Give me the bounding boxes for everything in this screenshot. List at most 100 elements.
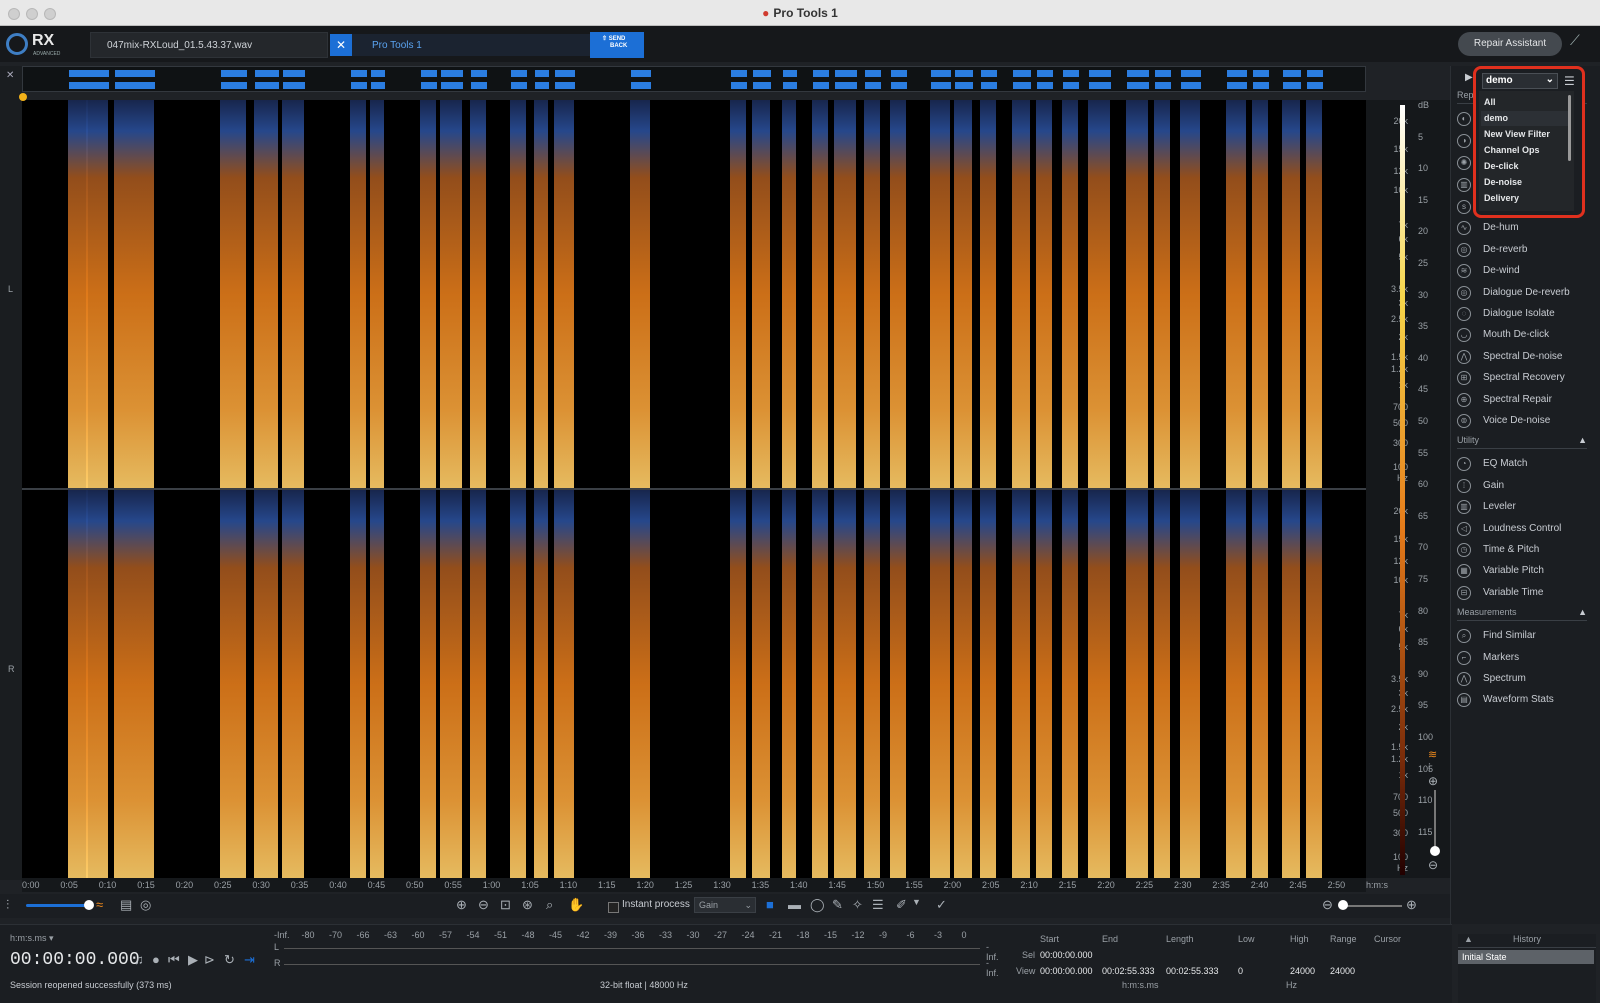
magic-wand-icon[interactable]: ✧: [852, 897, 863, 913]
preset-option[interactable]: demo: [1481, 111, 1569, 126]
module-de-hum[interactable]: ∿ De-hum: [1457, 219, 1597, 239]
collapse-history-icon[interactable]: ▲: [1464, 934, 1473, 944]
preset-option[interactable]: Delivery: [1481, 191, 1569, 206]
view-options-icon[interactable]: ◎: [140, 897, 151, 913]
vertical-zoom[interactable]: ≋ ⫶ ⊕ ⊖: [1428, 749, 1442, 880]
hand-tool-icon[interactable]: ✋: [568, 897, 584, 913]
measurements-section-header[interactable]: Measurements ▲: [1457, 607, 1587, 622]
record-button-icon[interactable]: ●: [152, 952, 160, 967]
time-frequency-selection-icon[interactable]: ■: [766, 897, 774, 912]
waveform-overview[interactable]: [22, 66, 1366, 92]
repair-assistant-button[interactable]: Repair Assistant: [1458, 32, 1562, 56]
module-spectral-recovery[interactable]: ⊞ Spectral Recovery: [1457, 369, 1597, 389]
module-spectral-repair[interactable]: ⊕ Spectral Repair: [1457, 391, 1597, 411]
horizontal-zoom-in-icon[interactable]: ⊕: [1406, 897, 1417, 913]
zoom-out-icon[interactable]: ⊖: [478, 897, 489, 913]
follow-playhead-icon[interactable]: ⇥: [244, 952, 255, 968]
waveform-view-icon[interactable]: ⫶: [6, 897, 9, 913]
preset-option[interactable]: New View Filter: [1481, 127, 1569, 142]
instant-process-checkbox[interactable]: [608, 902, 619, 913]
module-dialogue-isolate[interactable]: ◌ Dialogue Isolate: [1457, 305, 1597, 325]
lasso-tool-icon[interactable]: ◯: [810, 897, 825, 913]
module-de-wind[interactable]: ≋ De-wind: [1457, 262, 1597, 282]
module-de-reverb[interactable]: ◎ De-reverb: [1457, 241, 1597, 261]
view-length-field[interactable]: 00:02:55.333: [1166, 966, 1219, 976]
sel-start-field[interactable]: 00:00:00.000: [1040, 950, 1093, 960]
harmonic-selection-icon[interactable]: ☰: [872, 897, 884, 913]
vertical-zoom-in-icon[interactable]: ⊕: [1428, 774, 1438, 788]
headphones-icon[interactable]: ♫: [134, 952, 144, 967]
module-gain[interactable]: ⁞ Gain: [1457, 477, 1597, 497]
preset-option[interactable]: De-noise: [1481, 175, 1569, 190]
module-find-similar[interactable]: ⌕ Find Similar: [1457, 627, 1597, 647]
module-voice-de-noise[interactable]: ⊚ Voice De-noise: [1457, 412, 1597, 432]
spectrogram-settings-icon[interactable]: ▤: [120, 897, 132, 913]
file-tab[interactable]: 047mix-RXLoud_01.5.43.37.wav: [90, 32, 328, 58]
zoom-in-icon[interactable]: ⊕: [456, 897, 467, 913]
time-format-select[interactable]: h:m:s.ms ▾: [10, 933, 54, 944]
module-markers[interactable]: ⌐ Markers: [1457, 649, 1597, 669]
preset-select[interactable]: demo ⌄: [1482, 73, 1558, 89]
view-end-field[interactable]: 00:02:55.333: [1102, 966, 1155, 976]
vertical-zoom-thumb[interactable]: [1430, 846, 1440, 856]
signal-chain-icon[interactable]: ⟋: [1570, 32, 1594, 56]
zoom-selection-icon[interactable]: ⊡: [500, 897, 511, 913]
module-variable-pitch[interactable]: ▦ Variable Pitch: [1457, 562, 1597, 582]
play-selection-icon[interactable]: ⊳: [204, 952, 215, 968]
module-loudness-control[interactable]: ◁ Loudness Control: [1457, 520, 1597, 540]
view-start-field[interactable]: 00:00:00.000: [1040, 966, 1093, 976]
pencil-tool-icon[interactable]: ✐: [896, 897, 907, 913]
module-variable-time[interactable]: ⊟ Variable Time: [1457, 584, 1597, 604]
high-field[interactable]: 24000: [1290, 966, 1315, 976]
spectrogram-display[interactable]: [22, 100, 1366, 878]
module-time-pitch[interactable]: ◷ Time & Pitch: [1457, 541, 1597, 561]
play-preset-icon[interactable]: ▶: [1465, 72, 1473, 83]
collapse-section-icon[interactable]: ▲: [1578, 435, 1587, 445]
collapse-section-icon[interactable]: ▲: [1578, 607, 1587, 617]
send-back-button[interactable]: ⇧ SEND BACK: [590, 32, 644, 58]
preset-filter-dropdown[interactable]: demo ⌄ ☰ All demo New View Filter Channel Op…: [1473, 66, 1585, 218]
module-mouth-de-click[interactable]: ◡ Mouth De-click: [1457, 326, 1597, 346]
playhead-marker[interactable]: [19, 93, 27, 101]
module-spectral-de-noise[interactable]: ⋀ Spectral De-noise: [1457, 348, 1597, 368]
brush-tool-icon[interactable]: ✎: [832, 897, 843, 913]
frequency-selection-icon[interactable]: ▬: [788, 897, 801, 912]
module-spectrum[interactable]: ⋀ Spectrum: [1457, 670, 1597, 690]
go-to-start-icon[interactable]: ⏮: [168, 952, 180, 968]
menu-icon[interactable]: ☰: [1564, 74, 1580, 88]
collapse-overview-icon[interactable]: ✕: [6, 70, 14, 81]
right-channel-label[interactable]: R: [8, 664, 15, 674]
left-channel-label[interactable]: L: [8, 284, 13, 294]
close-tab-button[interactable]: ✕: [330, 34, 352, 56]
session-tab[interactable]: Pro Tools 1: [352, 34, 590, 56]
play-icon[interactable]: ▶: [188, 952, 198, 968]
vertical-zoom-out-icon[interactable]: ⊖: [1428, 858, 1438, 872]
low-field[interactable]: 0: [1238, 966, 1243, 976]
loop-icon[interactable]: ↻: [224, 952, 235, 968]
history-item[interactable]: Initial State: [1458, 950, 1594, 964]
check-icon[interactable]: ✓: [936, 897, 947, 913]
range-field[interactable]: 24000: [1330, 966, 1355, 976]
pencil-dropdown-icon[interactable]: ▼: [912, 897, 921, 907]
horizontal-zoom-thumb[interactable]: [1338, 900, 1348, 910]
zoom-fit-icon[interactable]: ⊛: [522, 897, 533, 913]
spectro-vertical-icon[interactable]: ≋: [1428, 748, 1437, 761]
dropdown-scrollbar[interactable]: [1568, 95, 1571, 161]
utility-section-header[interactable]: Utility ▲: [1457, 435, 1587, 450]
preset-option[interactable]: Channel Ops: [1481, 143, 1569, 158]
vertical-zoom-slider[interactable]: [1434, 790, 1436, 850]
history-header[interactable]: ▲ History: [1458, 934, 1596, 948]
zoom-tool-icon[interactable]: ⌕: [546, 897, 553, 913]
spectrogram-blend-slider[interactable]: [26, 904, 90, 907]
preset-option[interactable]: All: [1481, 95, 1569, 110]
preset-option[interactable]: De-click: [1481, 159, 1569, 174]
module-dialogue-de-reverb[interactable]: ◎ Dialogue De-reverb: [1457, 284, 1597, 304]
module-leveler[interactable]: ▥ Leveler: [1457, 498, 1597, 518]
instant-process-select[interactable]: Gain ⌄: [694, 897, 756, 913]
spectrogram-view-icon[interactable]: ≈: [96, 897, 103, 912]
horizontal-zoom-slider[interactable]: [1340, 905, 1402, 907]
horizontal-zoom-out-icon[interactable]: ⊖: [1322, 897, 1333, 913]
module-waveform-stats[interactable]: ▤ Waveform Stats: [1457, 691, 1597, 711]
blend-slider-thumb[interactable]: [84, 900, 94, 910]
module-eq-match[interactable]: ◔ EQ Match: [1457, 455, 1597, 475]
